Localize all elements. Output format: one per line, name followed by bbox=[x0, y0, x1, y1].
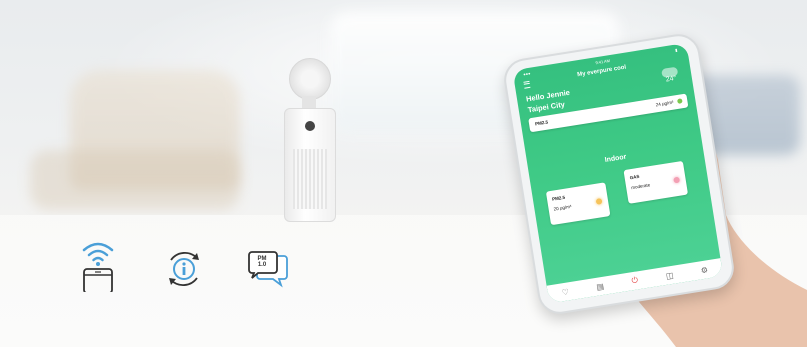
purifier-body bbox=[284, 108, 336, 222]
indoor-gas-value: moderate bbox=[630, 182, 651, 191]
status-time: 9:41 AM bbox=[595, 57, 611, 65]
pm-badge-value: 1.0 bbox=[257, 262, 267, 268]
indoor-gas-card[interactable]: GAS moderate bbox=[623, 160, 689, 204]
power-icon[interactable]: ⏻ bbox=[628, 274, 642, 288]
app-screen: ●●● 9:41 AM ▮ My everpure cool 24° Hello… bbox=[512, 42, 724, 304]
outdoor-pm-label: PM2.5 bbox=[534, 119, 549, 127]
background-chair-seat bbox=[30, 150, 240, 210]
temperature: 24° bbox=[665, 74, 677, 84]
indoor-gas-label: GAS bbox=[629, 173, 640, 181]
settings-icon[interactable]: ⚙ bbox=[698, 263, 712, 277]
heart-icon[interactable]: ♡ bbox=[559, 285, 573, 299]
schedule-icon[interactable]: ◫ bbox=[663, 268, 677, 282]
menu-icon[interactable] bbox=[523, 80, 531, 89]
info-refresh-icon bbox=[169, 251, 199, 287]
indoor-pm-value: 20 μg/m³ bbox=[553, 203, 572, 212]
indoor-gas-status-indicator bbox=[673, 176, 681, 184]
purifier-fan bbox=[289, 58, 331, 100]
outdoor-pm-value: 24 μg/m³ bbox=[655, 99, 674, 108]
indoor-pm-status-indicator bbox=[595, 198, 603, 205]
pm-monitor-icon: PM 1.0 bbox=[246, 248, 290, 290]
product-banner: PM 1.0 ●●● 9:41 AM ▮ My everpure cool 24… bbox=[0, 0, 807, 347]
wifi-phone-icon bbox=[82, 242, 114, 292]
filter-icon[interactable]: ▤ bbox=[593, 279, 607, 293]
air-purifier-product bbox=[278, 58, 340, 223]
indoor-pm-label: PM2.5 bbox=[551, 194, 566, 202]
purifier-sensor bbox=[305, 121, 315, 131]
smartphone: ●●● 9:41 AM ▮ My everpure cool 24° Hello… bbox=[501, 31, 737, 317]
outdoor-status-indicator bbox=[676, 98, 683, 104]
purifier-grill bbox=[293, 149, 327, 209]
indoor-pm-card[interactable]: PM2.5 20 μg/m³ bbox=[545, 182, 611, 226]
